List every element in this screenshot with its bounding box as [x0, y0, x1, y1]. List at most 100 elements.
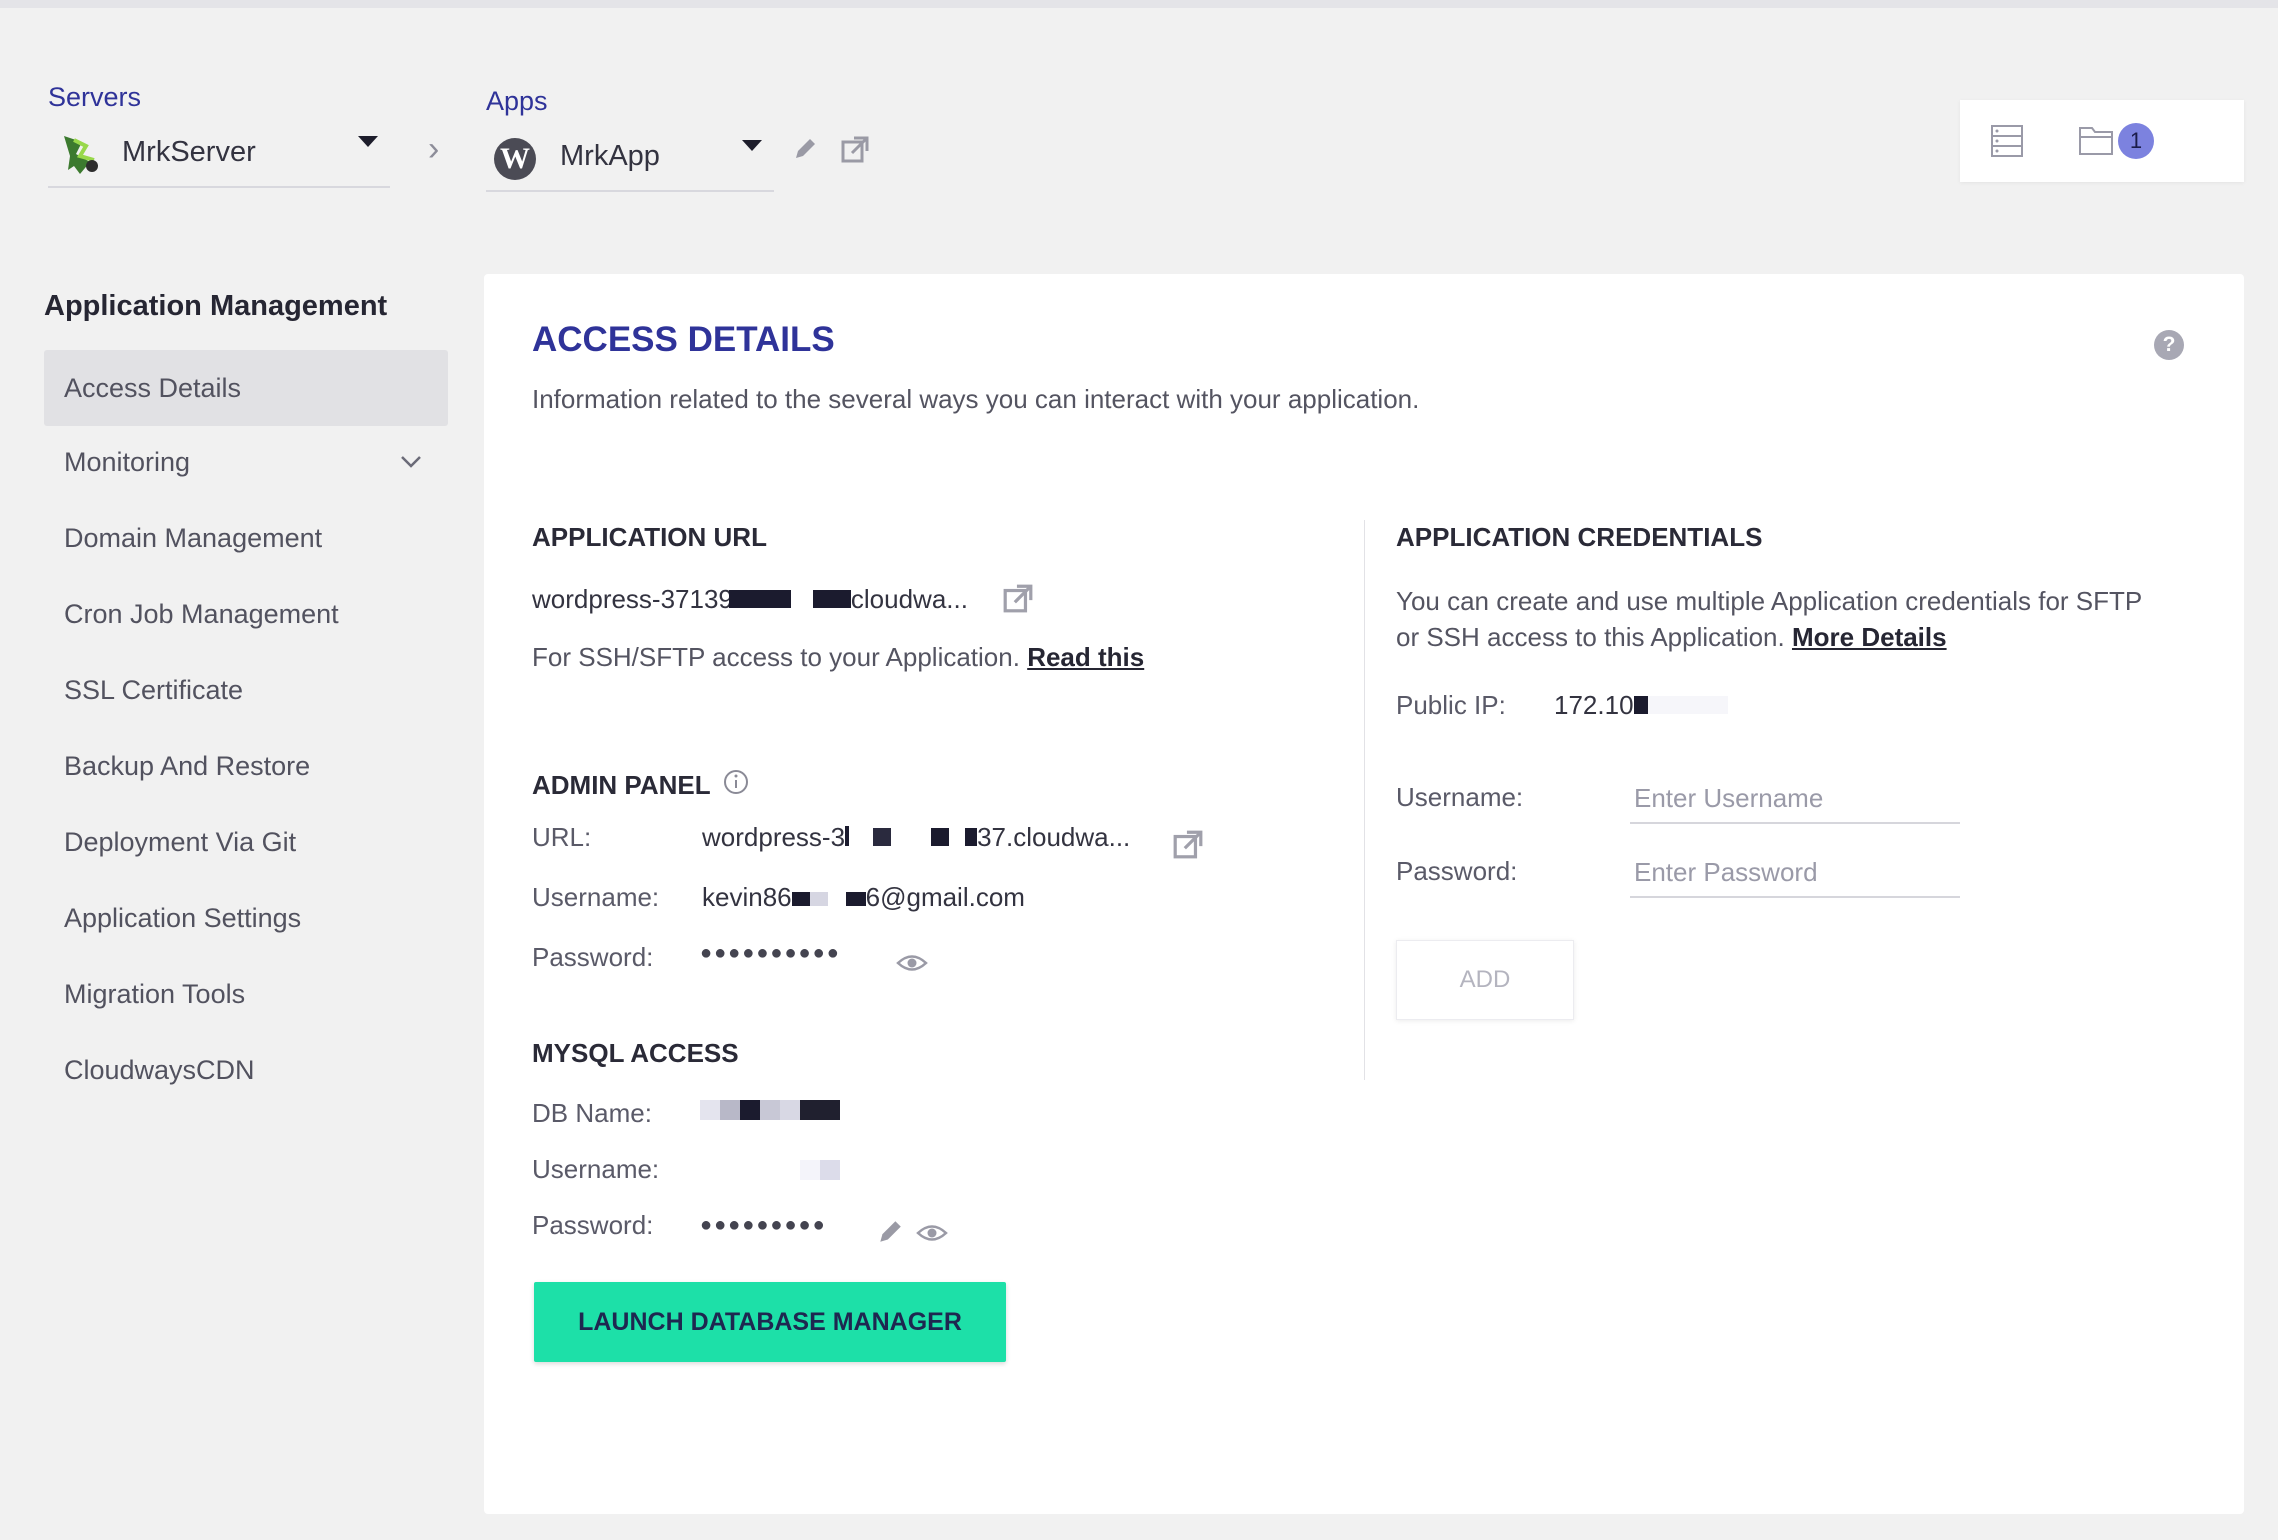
cred-username-label: Username: [1396, 782, 1524, 812]
sidebar-item-label: Migration Tools [64, 978, 246, 1009]
sidebar-item-label: Application Settings [64, 902, 302, 933]
ssh-note-text: For SSH/SFTP access to your Application. [532, 642, 1020, 672]
sidebar-item-migration-tools[interactable]: Migration Tools [44, 956, 448, 1032]
sidebar-item-label: Deployment Via Git [64, 826, 297, 857]
sidebar-item-label: Monitoring [64, 446, 191, 477]
server-dropdown-caret-icon[interactable] [358, 136, 378, 147]
admin-panel-heading: ADMIN PANEL [532, 770, 711, 800]
redacted-block [820, 1160, 840, 1180]
admin-url-label: URL: [532, 822, 592, 852]
page-title: ACCESS DETAILS [532, 320, 835, 359]
launch-database-manager-button[interactable]: LAUNCH DATABASE MANAGER [534, 1282, 1006, 1362]
page-subtitle: Information related to the several ways … [532, 384, 1420, 414]
application-credentials-heading: APPLICATION CREDENTIALS [1396, 522, 1763, 552]
info-icon[interactable] [722, 768, 750, 796]
sidebar-item-cloudways-cdn[interactable]: CloudwaysCDN [44, 1032, 448, 1108]
redacted-block [720, 1100, 740, 1120]
db-name-value-redacted[interactable] [700, 1100, 840, 1120]
credentials-description-text: or SSH access to this Application. [1396, 622, 1785, 652]
redacted-block [700, 1100, 720, 1120]
redacted-block [845, 892, 866, 906]
wordpress-logo-icon: W [494, 138, 536, 180]
add-credential-button[interactable]: ADD [1396, 940, 1574, 1020]
sidebar-item-cron-job-management[interactable]: Cron Job Management [44, 576, 448, 652]
sidebar-title: Application Management [44, 290, 388, 322]
redacted-block [791, 892, 810, 906]
sidebar-item-deployment-via-git[interactable]: Deployment Via Git [44, 804, 448, 880]
db-username-label: Username: [532, 1154, 660, 1184]
db-password-label: Password: [532, 1210, 654, 1240]
access-details-panel: ACCESS DETAILS Information related to th… [484, 274, 2244, 1514]
admin-username-value[interactable]: kevin86 6@gmail.com [702, 882, 1025, 913]
application-url-end: cloudwa... [850, 584, 968, 614]
show-admin-password-eye-icon[interactable] [896, 952, 928, 974]
cred-password-input[interactable]: Enter Password [1630, 848, 1960, 898]
redacted-block [760, 1100, 780, 1120]
public-ip-value: 172.10 [1554, 690, 1728, 721]
read-this-link[interactable]: Read this [1027, 642, 1144, 672]
redacted-block [845, 826, 850, 846]
mysql-access-heading: MYSQL ACCESS [532, 1038, 739, 1068]
sidebar-item-label: Domain Management [64, 522, 323, 553]
sidebar-item-label: Backup And Restore [64, 750, 311, 781]
admin-username-label: Username: [532, 882, 660, 912]
application-url-value[interactable]: wordpress-37139 cloudwa... [532, 584, 968, 615]
chevron-down-icon[interactable] [398, 448, 424, 474]
redacted-block [809, 892, 828, 906]
server-name: MrkServer [122, 135, 256, 168]
more-details-link[interactable]: More Details [1792, 622, 1947, 652]
open-application-url-external-icon[interactable] [1002, 582, 1034, 614]
apps-count-badge: 1 [2118, 123, 2154, 159]
db-name-label: DB Name: [532, 1098, 652, 1128]
admin-password-label: Password: [532, 942, 654, 972]
top-right-toolbar: 1 [1960, 100, 2244, 182]
admin-url-value[interactable]: wordpress-3 37.cloudwa... [702, 822, 1130, 853]
redacted-block [873, 828, 892, 846]
sidebar-item-domain-management[interactable]: Domain Management [44, 500, 448, 576]
db-password-value: ●●●●●●●●● [700, 1214, 827, 1236]
sidebar-item-backup-and-restore[interactable]: Backup And Restore [44, 728, 448, 804]
admin-username-start: kevin86 [702, 882, 792, 912]
sidebar-item-ssl-certificate[interactable]: SSL Certificate [44, 652, 448, 728]
server-list-icon[interactable] [1990, 124, 2024, 158]
app-dropdown-caret-icon[interactable] [742, 140, 762, 151]
public-ip-label: Public IP: [1396, 690, 1506, 720]
servers-label: Servers [48, 82, 142, 112]
application-url-start: wordpress-37139 [532, 584, 733, 614]
server-selector[interactable]: MrkServer [48, 118, 390, 188]
redacted-block [740, 1100, 760, 1120]
cred-username-input[interactable]: Enter Username [1630, 774, 1960, 824]
open-admin-url-external-icon[interactable] [1172, 828, 1204, 860]
sidebar-item-label: CloudwaysCDN [64, 1054, 255, 1085]
sidebar-item-access-details[interactable]: Access Details [44, 350, 448, 426]
open-app-external-icon[interactable] [840, 134, 870, 164]
apps-folder-icon[interactable] [2078, 124, 2114, 156]
redacted-block [780, 1100, 800, 1120]
redacted-block [800, 1100, 840, 1120]
cred-password-label: Password: [1396, 856, 1518, 886]
edit-app-pencil-icon[interactable] [792, 136, 818, 162]
sidebar-item-label: Access Details [64, 372, 242, 403]
redacted-block [728, 590, 791, 608]
application-url-heading: APPLICATION URL [532, 522, 767, 552]
show-db-password-eye-icon[interactable] [916, 1222, 948, 1244]
app-name: MrkApp [560, 139, 660, 172]
admin-url-start: wordpress-3 [702, 822, 846, 852]
public-ip-text: 172.10 [1554, 690, 1634, 720]
apps-label: Apps [486, 86, 548, 116]
sidebar-item-label: Cron Job Management [64, 598, 339, 629]
sidebar-item-application-settings[interactable]: Application Settings [44, 880, 448, 956]
app-selector[interactable]: W MrkApp [486, 122, 774, 192]
admin-password-value: ●●●●●●●●●● [700, 942, 841, 964]
admin-url-end: 37.cloudwa... [977, 822, 1131, 852]
ssh-note: For SSH/SFTP access to your Application.… [532, 642, 1144, 673]
edit-db-password-pencil-icon[interactable] [876, 1218, 904, 1246]
db-username-value-redacted[interactable] [800, 1160, 840, 1180]
help-icon[interactable]: ? [2154, 330, 2184, 360]
server-logo-icon [64, 136, 98, 174]
top-border [0, 0, 2278, 8]
redacted-block [800, 1160, 820, 1180]
sidebar-item-monitoring[interactable]: Monitoring [44, 424, 448, 500]
redacted-block [965, 828, 978, 846]
redacted-block [931, 828, 950, 846]
